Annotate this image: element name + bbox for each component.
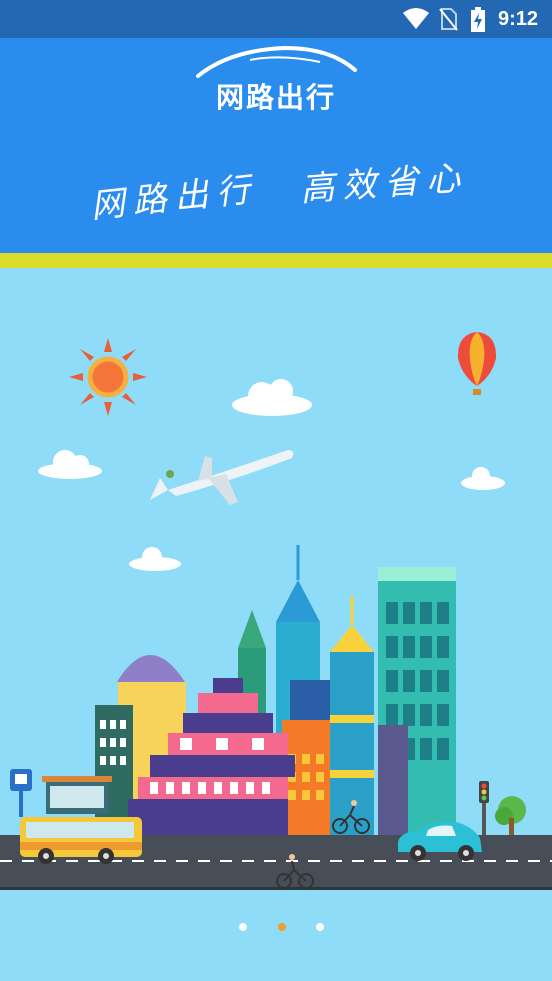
pager-indicator: [0, 920, 552, 934]
sun-icon: [69, 338, 147, 416]
wifi-icon: [403, 8, 429, 29]
status-time: 9:12: [497, 8, 538, 30]
bus-icon: [20, 817, 142, 864]
slogan-left: 网路出行: [88, 169, 260, 227]
app-header-banner: 网路出行 网路出行 高效省心: [0, 38, 552, 253]
city-illustration: [0, 268, 552, 981]
pager-dot-active[interactable]: [278, 923, 286, 931]
accent-band: [0, 253, 552, 268]
app-logo-text: 网路出行: [215, 82, 336, 113]
status-bar: 9:12: [0, 0, 552, 38]
pager-dot[interactable]: [239, 923, 247, 931]
car-roof-logo-icon: [196, 45, 357, 78]
slogan-right: 高效省心: [299, 158, 470, 210]
battery-charging-icon: [471, 7, 485, 32]
no-sim-icon: [439, 8, 458, 31]
pager-dot[interactable]: [316, 923, 324, 931]
